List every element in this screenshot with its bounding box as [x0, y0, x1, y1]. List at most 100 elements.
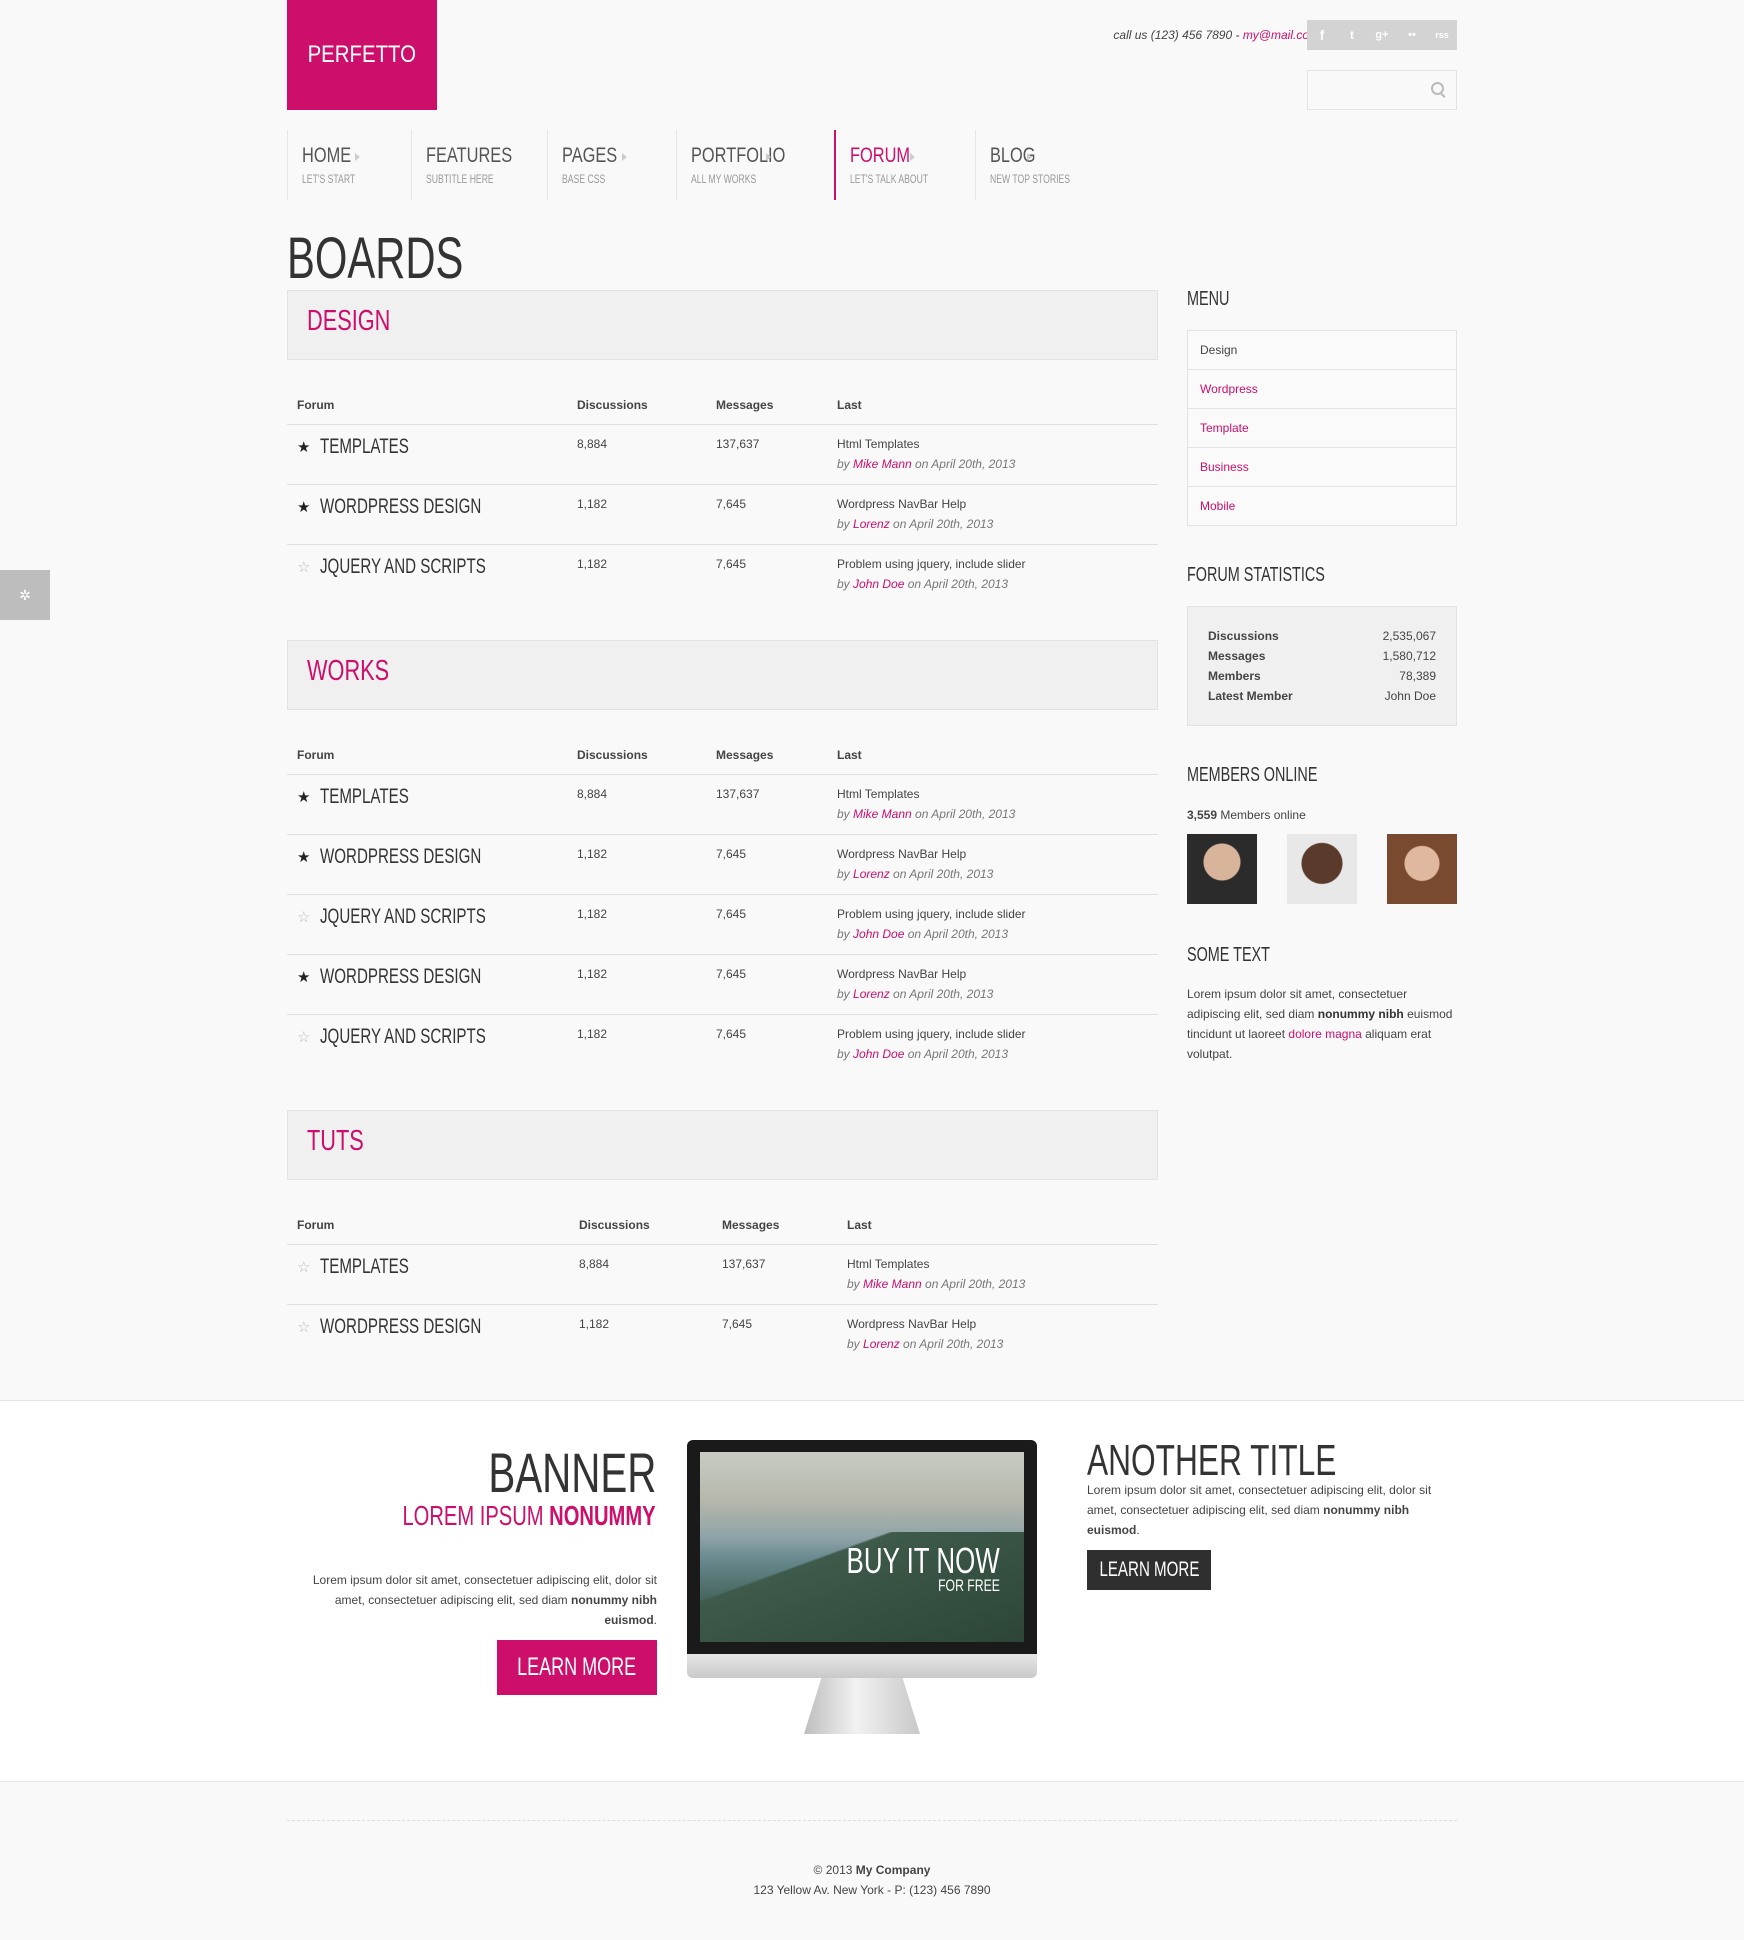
author-link[interactable]: Lorenz	[853, 517, 890, 531]
nav-item-forum[interactable]: FORUM LET'S TALK ABOUT	[834, 130, 975, 200]
table-row: ☆ JQUERY AND SCRIPTS 1,182 7,645 Problem usi…	[287, 1015, 1158, 1074]
another-learn-more-button[interactable]: LEARN MORE	[1087, 1550, 1211, 1590]
author-link[interactable]: John Doe	[853, 577, 904, 591]
last-post-meta: by Lorenz on April 20th, 2013	[847, 1337, 1004, 1351]
contact-info: call us (123) 456 7890 - my@mail.com	[1113, 28, 1319, 42]
text-link[interactable]: dolore magna	[1288, 1027, 1361, 1041]
avatar[interactable]	[1387, 834, 1457, 904]
last-post-title[interactable]: Problem using jquery, include slider	[837, 907, 1026, 921]
forum-name-link[interactable]: TEMPLATES	[320, 785, 409, 809]
monitor-stand	[804, 1678, 920, 1734]
avatar[interactable]	[1287, 834, 1357, 904]
banner-title: BANNER	[487, 1441, 656, 1504]
author-link[interactable]: Mike Mann	[863, 1277, 922, 1291]
board-title[interactable]: DESIGN	[307, 305, 390, 338]
twitter-icon[interactable]: t	[1340, 28, 1364, 42]
menu-item-design[interactable]: Design	[1188, 331, 1456, 370]
author-link[interactable]: John Doe	[853, 927, 904, 941]
forum-name-link[interactable]: JQUERY AND SCRIPTS	[320, 555, 486, 579]
search-icon[interactable]	[1431, 82, 1444, 95]
last-post-title[interactable]: Problem using jquery, include slider	[837, 1027, 1026, 1041]
nav-item-pages[interactable]: PAGES BASE CSS	[547, 130, 676, 200]
last-post-title[interactable]: Html Templates	[837, 437, 919, 451]
menu-item-business[interactable]: Business	[1188, 448, 1456, 487]
author-link[interactable]: Mike Mann	[853, 807, 912, 821]
col-messages: Messages	[722, 1218, 780, 1232]
menu-title: MENU	[1187, 288, 1230, 310]
forum-name-link[interactable]: WORDPRESS DESIGN	[320, 845, 481, 869]
banner-learn-more-button[interactable]: LEARN MORE	[497, 1640, 657, 1695]
last-post-title[interactable]: Wordpress NavBar Help	[837, 497, 966, 511]
star-filled-icon[interactable]: ★	[297, 788, 310, 806]
search-input[interactable]	[1307, 70, 1457, 110]
star-outline-icon[interactable]: ☆	[297, 1318, 310, 1336]
discussions-count: 8,884	[577, 437, 608, 451]
forum-name-link[interactable]: JQUERY AND SCRIPTS	[320, 1025, 486, 1049]
last-post-title[interactable]: Wordpress NavBar Help	[847, 1317, 976, 1331]
messages-count: 137,637	[716, 787, 760, 801]
last-post-title[interactable]: Html Templates	[837, 787, 919, 801]
forum-name-link[interactable]: JQUERY AND SCRIPTS	[320, 905, 486, 929]
forum-name-link[interactable]: TEMPLATES	[320, 435, 409, 459]
author-link[interactable]: Lorenz	[853, 987, 890, 1001]
forum-name-link[interactable]: WORDPRESS DESIGN	[320, 1315, 481, 1339]
messages-count: 7,645	[716, 967, 747, 981]
arrow-right-icon	[766, 153, 771, 161]
last-post-title[interactable]: Problem using jquery, include slider	[837, 557, 1026, 571]
footer-copyright: © 2013 My Company	[813, 1863, 931, 1877]
star-filled-icon[interactable]: ★	[297, 438, 310, 456]
star-outline-icon[interactable]: ☆	[297, 558, 310, 576]
messages-count: 7,645	[722, 1317, 753, 1331]
star-filled-icon[interactable]: ★	[297, 968, 310, 986]
author-link[interactable]: Lorenz	[853, 867, 890, 881]
settings-tab[interactable]: ✲	[0, 570, 50, 620]
table-row: ★ WORDPRESS DESIGN 1,182 7,645 Wordpress Nav…	[287, 485, 1158, 545]
nav-item-portfolio[interactable]: PORTFOLIO ALL MY WORKS	[676, 130, 821, 200]
last-post-meta: by John Doe on April 20th, 2013	[837, 577, 1009, 591]
banner-text: Lorem ipsum dolor sit amet, consectetuer…	[312, 1573, 657, 1627]
last-post-title[interactable]: Html Templates	[847, 1257, 929, 1271]
table-row: ☆ JQUERY AND SCRIPTS 1,182 7,645 Problem usi…	[287, 545, 1158, 604]
star-outline-icon[interactable]: ☆	[297, 1028, 310, 1046]
stat-row: Messages 1,580,712	[1208, 649, 1436, 663]
nav-item-blog[interactable]: BLOG NEW TOP STORIES	[975, 130, 1105, 200]
members-title: MEMBERS ONLINE	[1187, 764, 1318, 786]
star-filled-icon[interactable]: ★	[297, 498, 310, 516]
screen-subtitle: FOR FREE	[938, 1576, 1000, 1595]
discussions-count: 1,182	[577, 1027, 608, 1041]
google-plus-icon[interactable]: g+	[1370, 29, 1394, 41]
author-link[interactable]: John Doe	[853, 1047, 904, 1061]
last-post-title[interactable]: Wordpress NavBar Help	[837, 967, 966, 981]
board-title[interactable]: TUTS	[307, 1125, 364, 1158]
star-outline-icon[interactable]: ☆	[297, 908, 310, 926]
star-filled-icon[interactable]: ★	[297, 848, 310, 866]
another-title: ANOTHER TITLE	[1087, 1436, 1337, 1485]
monitor-frame: BUY IT NOW FOR FREE	[687, 1440, 1037, 1654]
nav-item-features[interactable]: FEATURES SUBTITLE HERE	[411, 130, 547, 200]
star-outline-icon[interactable]: ☆	[297, 1258, 310, 1276]
flickr-icon[interactable]: ••	[1400, 29, 1424, 41]
author-link[interactable]: Mike Mann	[853, 457, 912, 471]
banner-subtitle: LOREM IPSUM NONUMMY	[402, 1500, 656, 1531]
logo[interactable]: PERFETTO	[287, 0, 437, 110]
menu-item-wordpress[interactable]: Wordpress	[1188, 370, 1456, 409]
arrow-right-icon	[355, 153, 360, 161]
gear-icon: ✲	[19, 586, 31, 603]
forum-name-link[interactable]: TEMPLATES	[320, 1255, 409, 1279]
discussions-count: 1,182	[579, 1317, 610, 1331]
menu-item-mobile[interactable]: Mobile	[1188, 487, 1456, 525]
facebook-icon[interactable]: f	[1310, 27, 1334, 43]
table-row: ★ TEMPLATES 8,884 137,637 Html Templates by M…	[287, 425, 1158, 485]
messages-count: 7,645	[716, 557, 747, 571]
discussions-count: 1,182	[577, 847, 608, 861]
author-link[interactable]: Lorenz	[863, 1337, 900, 1351]
forum-name-link[interactable]: WORDPRESS DESIGN	[320, 965, 481, 989]
menu-item-template[interactable]: Template	[1188, 409, 1456, 448]
nav-item-home[interactable]: HOME LET'S START	[287, 130, 411, 200]
members-count: 3,559 Members online	[1187, 808, 1306, 822]
board-title[interactable]: WORKS	[307, 655, 389, 688]
avatar[interactable]	[1187, 834, 1257, 904]
forum-name-link[interactable]: WORDPRESS DESIGN	[320, 495, 481, 519]
rss-icon[interactable]: rss	[1430, 30, 1454, 40]
last-post-title[interactable]: Wordpress NavBar Help	[837, 847, 966, 861]
